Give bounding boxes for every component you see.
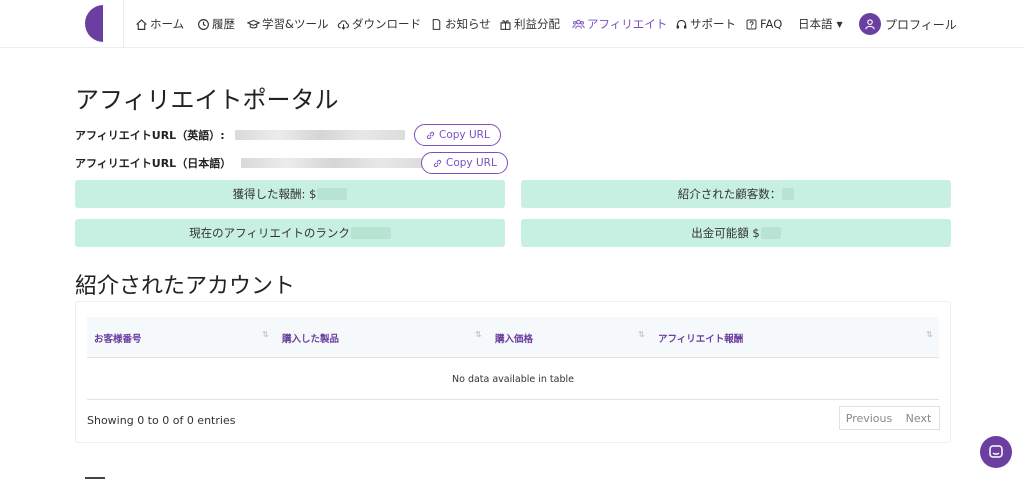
- copy-url-label: Copy URL: [439, 129, 490, 141]
- clock-icon: [197, 18, 210, 31]
- nav-home[interactable]: ホーム: [135, 14, 184, 34]
- nav-faq-label: FAQ: [760, 17, 783, 31]
- affiliate-url-en-label: アフィリエイトURL（英語）:: [75, 129, 225, 142]
- nav-history-label: 履歴: [212, 17, 235, 31]
- column-header-product[interactable]: 購入した製品: [282, 317, 339, 358]
- nav-affiliate-label: アフィリエイト: [587, 17, 668, 31]
- affiliate-rank-label: 現在のアフィリエイトのランク: [189, 226, 350, 240]
- graduation-cap-icon: [247, 18, 260, 31]
- nav-learning[interactable]: 学習&ツール: [247, 14, 328, 34]
- affiliate-url-ja-row: アフィリエイトURL（日本語）: [75, 152, 427, 174]
- referred-accounts-table: お客様番号 ⇅ 購入した製品 ⇅ 購入価格 ⇅ アフィリエイト報酬 ⇅ No d…: [75, 301, 951, 443]
- affiliate-rank-stat: 現在のアフィリエイトのランク: [75, 219, 505, 247]
- sort-icon[interactable]: ⇅: [262, 331, 269, 339]
- cloud-download-icon: [337, 18, 350, 31]
- copy-url-ja-button[interactable]: Copy URL: [421, 152, 508, 174]
- divider: [123, 0, 124, 48]
- offscreen-content: [85, 474, 115, 480]
- redacted-url: [241, 158, 427, 168]
- earned-reward-label: 獲得した報酬: $: [232, 187, 317, 201]
- redacted-value: [760, 227, 781, 239]
- chat-icon: [989, 445, 1003, 458]
- caret-down-icon: ▼: [836, 19, 843, 29]
- link-icon: [426, 131, 435, 139]
- earned-reward-stat: 獲得した報酬: $: [75, 180, 505, 208]
- column-header-customer-number[interactable]: お客様番号: [94, 317, 142, 358]
- language-select[interactable]: 日本語 ▼: [798, 14, 843, 34]
- redacted-value: [317, 188, 348, 200]
- copy-url-label: Copy URL: [446, 157, 497, 169]
- nav-profit-share[interactable]: 利益分配: [499, 14, 560, 34]
- sort-icon[interactable]: ⇅: [926, 331, 933, 339]
- nav-download-label: ダウンロード: [352, 17, 421, 31]
- gift-icon: [499, 18, 512, 31]
- nav-support[interactable]: サポート: [675, 14, 736, 34]
- top-header: ホーム 履歴 学習&ツール ダウンロード お知らせ 利益分配 アフィリエイト サ…: [0, 0, 1024, 48]
- next-page-button[interactable]: Next: [898, 406, 940, 430]
- affiliate-url-en-row: アフィリエイトURL（英語）:: [75, 124, 405, 146]
- nav-support-label: サポート: [690, 17, 736, 31]
- chat-launcher-button[interactable]: [980, 436, 1012, 468]
- nav-affiliate[interactable]: アフィリエイト: [572, 14, 667, 34]
- previous-page-button[interactable]: Previous: [839, 406, 899, 430]
- copy-url-en-button[interactable]: Copy URL: [414, 124, 501, 146]
- logo[interactable]: [85, 5, 103, 42]
- table-header: お客様番号 ⇅ 購入した製品 ⇅ 購入価格 ⇅ アフィリエイト報酬 ⇅: [87, 317, 939, 358]
- user-icon: [865, 19, 875, 30]
- withdrawable-amount-stat: 出金可能額 $: [521, 219, 951, 247]
- nav-notices-label: お知らせ: [445, 17, 491, 31]
- users-icon: [572, 18, 585, 31]
- document-icon: [430, 18, 443, 31]
- affiliate-url-ja-label: アフィリエイトURL（日本語）: [75, 157, 232, 170]
- redacted-value: [782, 188, 795, 200]
- redacted-url: [234, 130, 405, 140]
- nav-faq[interactable]: FAQ: [745, 14, 782, 34]
- redacted-value: [350, 227, 391, 239]
- home-icon: [135, 18, 148, 31]
- nav-history[interactable]: 履歴: [197, 14, 235, 34]
- profile-link[interactable]: プロフィール: [885, 14, 957, 34]
- empty-table-row: No data available in table: [87, 359, 939, 400]
- table-info: Showing 0 to 0 of 0 entries: [87, 414, 236, 427]
- headset-icon: [675, 18, 688, 31]
- sort-icon[interactable]: ⇅: [638, 331, 645, 339]
- referred-customers-label: 紹介された顧客数：: [677, 187, 782, 201]
- avatar[interactable]: [859, 13, 881, 35]
- column-header-affiliate-reward[interactable]: アフィリエイト報酬: [658, 317, 743, 358]
- sort-icon[interactable]: ⇅: [475, 331, 482, 339]
- nav-download[interactable]: ダウンロード: [337, 14, 421, 34]
- nav-profit-share-label: 利益分配: [514, 17, 560, 31]
- section-title: 紹介されたアカウント: [75, 274, 296, 299]
- nav-learning-label: 学習&ツール: [262, 17, 329, 31]
- nav-home-label: ホーム: [150, 17, 185, 31]
- column-header-price[interactable]: 購入価格: [495, 317, 533, 358]
- question-icon: [745, 18, 758, 31]
- link-icon: [433, 159, 442, 167]
- withdrawable-amount-label: 出金可能額 $: [691, 226, 760, 240]
- language-label: 日本語: [798, 17, 833, 31]
- page-title: アフィリエイトポータル: [75, 86, 339, 114]
- nav-notices[interactable]: お知らせ: [430, 14, 491, 34]
- referred-customers-stat: 紹介された顧客数：: [521, 180, 951, 208]
